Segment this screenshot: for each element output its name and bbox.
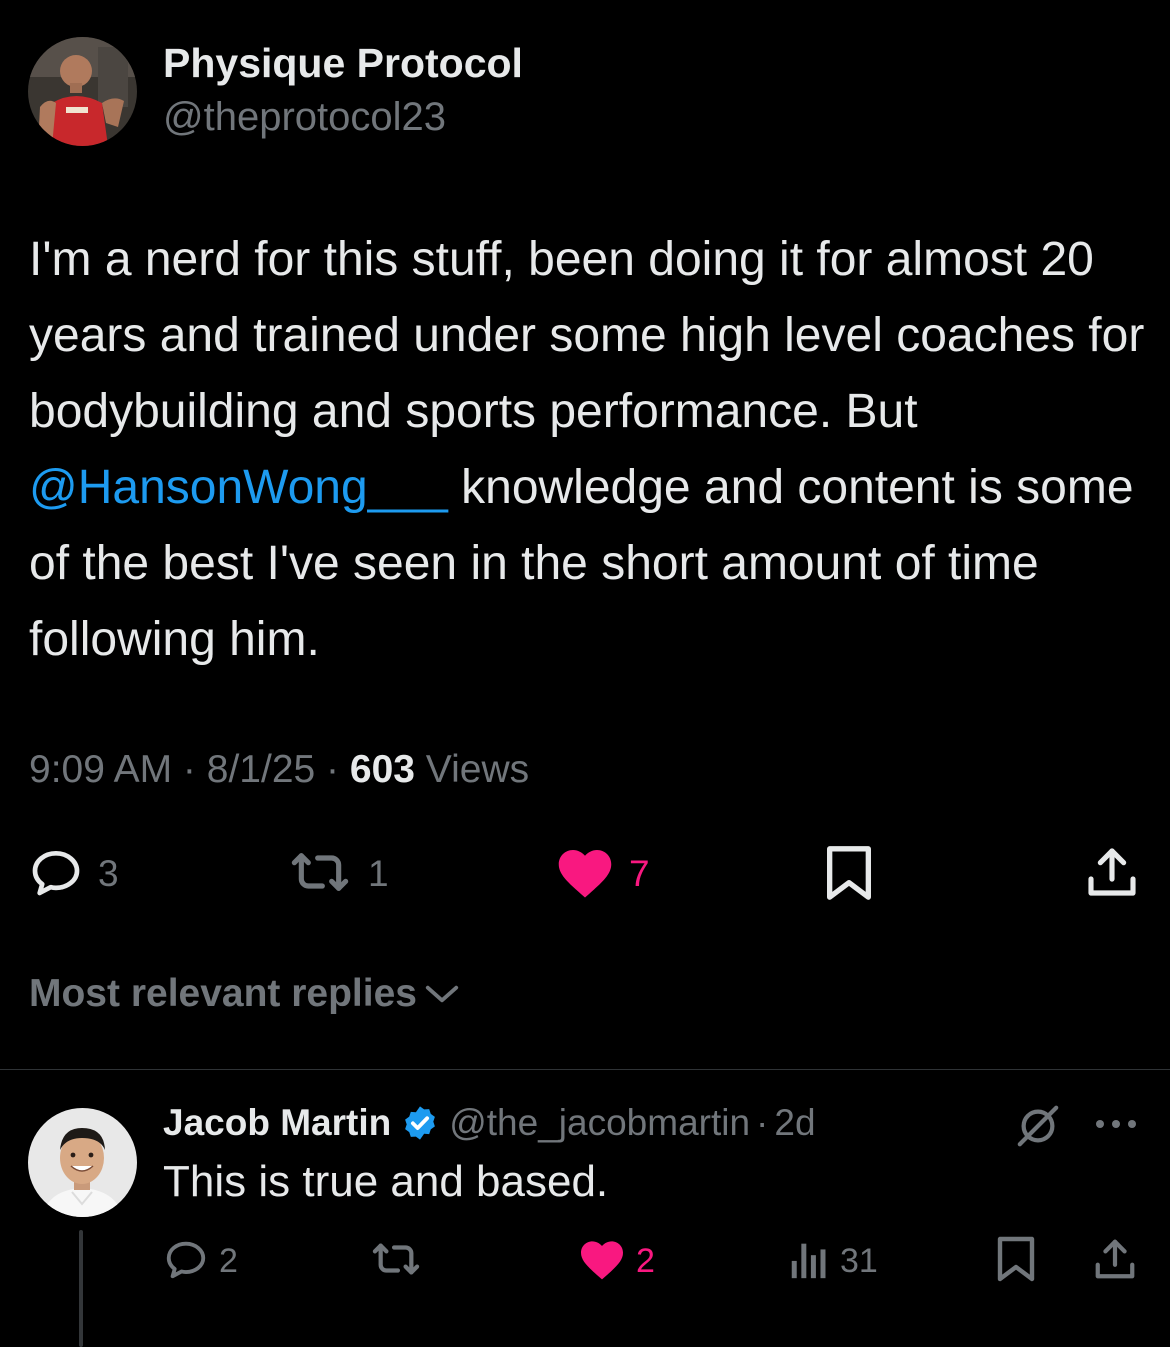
reply-author-handle[interactable]: @the_jacobmartin [449,1102,750,1144]
reply-time: 2d [774,1102,816,1143]
share-button[interactable] [1084,846,1140,902]
bookmark-icon [996,1234,1036,1289]
chevron-down-icon [423,982,461,1006]
reply-views-count: 31 [840,1241,878,1280]
like-count: 7 [629,853,650,894]
reply-like-button[interactable]: 2 [578,1238,655,1284]
share-icon [1084,844,1140,905]
mention-link[interactable]: @HansonWong___ [29,461,448,514]
reply-reply-button[interactable]: 2 [163,1238,238,1284]
reply-text: This is true and based. [163,1157,609,1206]
like-button[interactable]: 7 [555,846,650,902]
bookmark-icon [824,844,874,907]
reply-meta-separator: · [756,1102,769,1143]
heart-icon [555,844,615,905]
replies-sort-label: Most relevant replies [29,972,417,1015]
reply-header: Jacob Martin @the_jacobmartin · 2d [163,1102,816,1144]
heart-icon [578,1236,626,1287]
reply-button[interactable]: 3 [28,846,119,902]
post-text: I'm a nerd for this stuff, been doing it… [29,222,1154,678]
repost-icon [286,844,354,905]
thread-line [79,1230,83,1347]
post-author-avatar[interactable] [28,37,137,146]
post-time: 9:09 AM [29,748,173,791]
verified-badge-icon [401,1104,439,1142]
post-author-handle[interactable]: @theprotocol23 [163,95,446,140]
reply-repost-button[interactable] [368,1238,424,1284]
reply-views-button[interactable]: 31 [788,1238,878,1284]
post-text-part: I'm a nerd for this stuff, been doing it… [29,233,1158,438]
meta-separator: · [172,748,207,791]
replies-sort-toggle[interactable]: Most relevant replies [29,972,461,1016]
post-meta: 9:09 AM · 8/1/25 · 603 Views [29,748,529,792]
reply-author-name[interactable]: Jacob Martin [163,1102,391,1144]
section-divider [0,1069,1170,1070]
views-icon [788,1236,830,1287]
bookmark-button[interactable] [824,844,874,907]
views-label: Views [414,748,530,791]
grok-icon[interactable] [1015,1103,1061,1154]
views-count[interactable]: 603 [350,748,415,791]
reply-author-avatar[interactable] [28,1108,137,1217]
more-options-icon[interactable] [1093,1116,1139,1137]
reply-like-count: 2 [636,1241,655,1280]
post-date: 8/1/25 [206,748,316,791]
reply-icon [163,1236,209,1287]
reply-count: 3 [98,853,119,894]
reply-bookmark-button[interactable] [996,1236,1036,1286]
reply-icon [28,844,84,905]
post-author-name[interactable]: Physique Protocol [163,40,523,87]
reply-share-button[interactable] [1092,1238,1138,1284]
repost-button[interactable]: 1 [286,846,389,902]
repost-count: 1 [368,853,389,894]
reply-reply-count: 2 [219,1241,238,1280]
share-icon [1092,1236,1138,1287]
repost-icon [368,1236,424,1287]
meta-separator: · [315,748,350,791]
